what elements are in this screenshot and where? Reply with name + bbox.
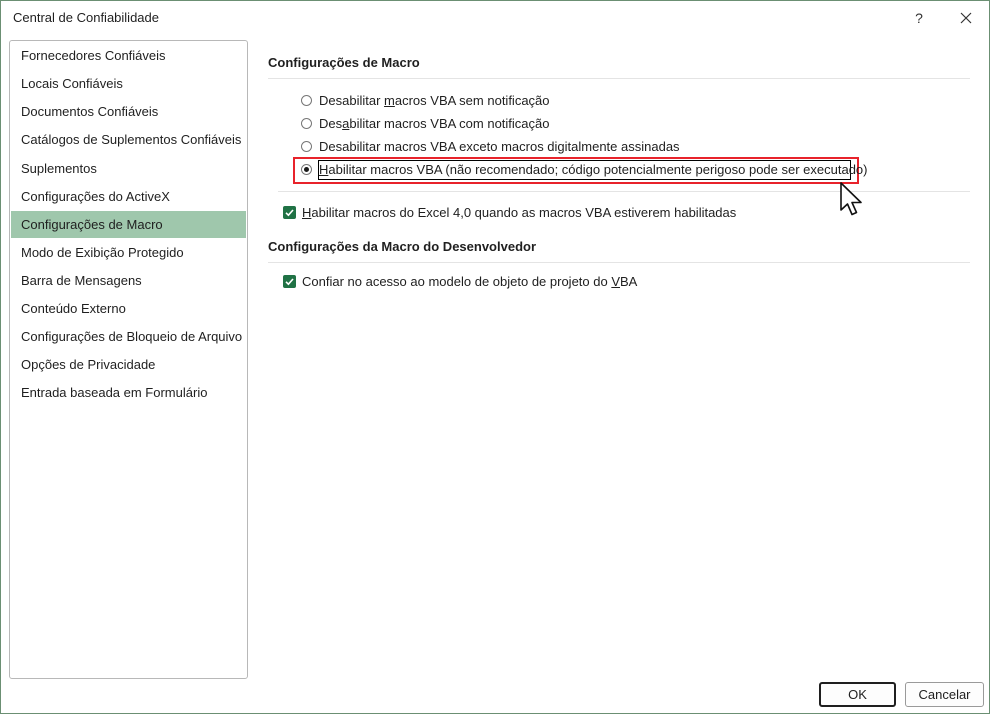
radio-label: Desabilitar macros VBA sem notificação [319,93,550,108]
cancel-button[interactable]: Cancelar [905,682,984,707]
checkbox-label: Habilitar macros do Excel 4,0 quando as … [302,205,737,220]
sidebar-item-label: Suplementos [21,161,97,176]
section-title-developer: Configurações da Macro do Desenvolvedor [268,239,537,254]
close-icon [960,12,972,24]
sidebar-item-label: Barra de Mensagens [21,273,142,288]
radio-label: Desabilitar macros VBA com notificação [319,116,550,131]
radio-label: Desabilitar macros VBA exceto macros dig… [319,139,680,154]
checkbox-enable-excel4-macros[interactable]: Habilitar macros do Excel 4,0 quando as … [283,203,883,223]
checkbox-trust-vba-object-model[interactable]: Confiar no acesso ao modelo de objeto de… [283,272,883,292]
sidebar-item-label: Documentos Confiáveis [21,104,159,119]
radio-button[interactable] [301,141,312,152]
sidebar-item-label: Catálogos de Suplementos Confiáveis [21,132,242,147]
sidebar-item-label: Configurações de Macro [21,217,163,232]
dialog-title: Central de Confiabilidade [13,10,159,25]
sidebar-item-label: Entrada baseada em Formulário [21,385,208,400]
radio-label: Habilitar macros VBA (não recomendado; c… [319,162,868,177]
checkmark-icon [285,209,294,217]
sidebar-item-label: Locais Confiáveis [21,76,123,91]
radio-button[interactable] [301,95,312,106]
sidebar-item-suplementos[interactable]: Suplementos [11,155,246,182]
sidebar-item-activex[interactable]: Configurações do ActiveX [11,183,246,210]
help-button[interactable]: ? [907,6,931,30]
section-title-macro: Configurações de Macro [268,55,420,70]
radio-button[interactable] [301,118,312,129]
section-divider [268,78,970,79]
radio-disable-no-notification[interactable]: Desabilitar macros VBA sem notificação [301,91,901,111]
radio-disable-except-signed[interactable]: Desabilitar macros VBA exceto macros dig… [301,137,901,157]
trust-center-dialog: Central de Confiabilidade ? Fornecedores… [0,0,990,714]
sidebar-item-label: Opções de Privacidade [21,357,156,372]
radio-disable-with-notification[interactable]: Desabilitar macros VBA com notificação [301,114,901,134]
macro-settings-panel: Configurações de Macro Desabilitar macro… [258,41,978,641]
sidebar-item-label: Modo de Exibição Protegido [21,245,184,260]
sidebar-item-catalogos[interactable]: Catálogos de Suplementos Confiáveis [11,126,246,153]
sidebar: Fornecedores Confiáveis Locais Confiávei… [9,40,248,679]
sidebar-item-label: Conteúdo Externo [21,301,126,316]
sidebar-item-documentos[interactable]: Documentos Confiáveis [11,98,246,125]
mouse-pointer-icon [840,182,862,216]
sidebar-item-fornecedores[interactable]: Fornecedores Confiáveis [11,42,246,69]
sidebar-item-label: Configurações do ActiveX [21,189,170,204]
radio-enable-all-macros[interactable]: Habilitar macros VBA (não recomendado; c… [301,160,901,180]
sidebar-item-label: Fornecedores Confiáveis [21,48,166,63]
sidebar-item-formulario[interactable]: Entrada baseada em Formulário [11,379,246,406]
sidebar-item-conteudo-externo[interactable]: Conteúdo Externo [11,295,246,322]
sidebar-item-bloqueio-arquivo[interactable]: Configurações de Bloqueio de Arquivo [11,323,246,350]
checkbox-label: Confiar no acesso ao modelo de objeto de… [302,274,638,289]
checkmark-icon [285,278,294,286]
sidebar-item-barra-mensagens[interactable]: Barra de Mensagens [11,267,246,294]
title-bar: Central de Confiabilidade ? [1,1,989,35]
section-divider [268,262,970,263]
sidebar-item-locais[interactable]: Locais Confiáveis [11,70,246,97]
sidebar-item-macro[interactable]: Configurações de Macro [11,211,246,238]
radio-button-selected[interactable] [301,164,312,175]
checkbox-checked[interactable] [283,206,296,219]
sidebar-item-privacidade[interactable]: Opções de Privacidade [11,351,246,378]
ok-button[interactable]: OK [819,682,896,707]
sidebar-item-label: Configurações de Bloqueio de Arquivo [21,329,243,344]
sidebar-item-modo-protegido[interactable]: Modo de Exibição Protegido [11,239,246,266]
close-button[interactable] [953,6,979,30]
checkbox-checked[interactable] [283,275,296,288]
